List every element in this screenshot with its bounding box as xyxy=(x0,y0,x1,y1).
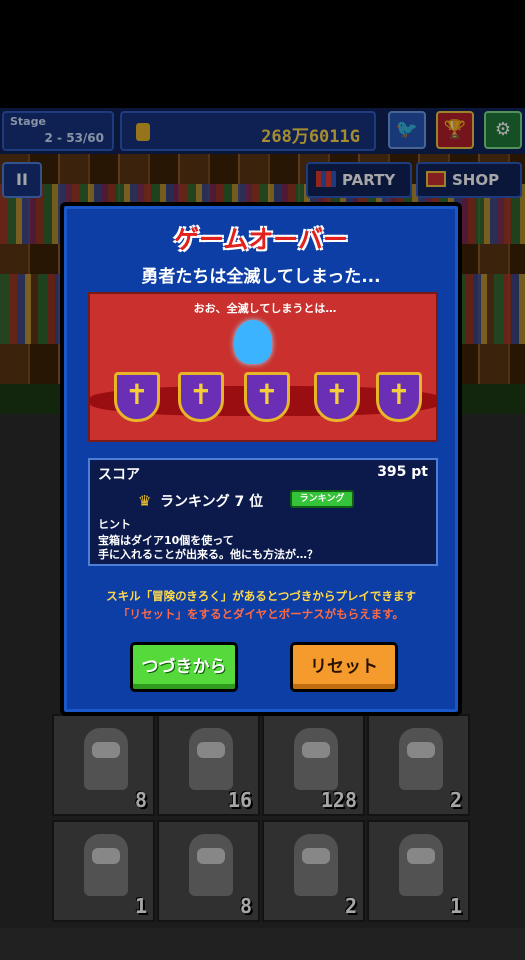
ranking-text: ランキング 7 位 xyxy=(160,494,264,510)
dialog-subtitle: 勇者たちは全滅してしまった... xyxy=(141,267,381,287)
coffin-icon: ✝ xyxy=(244,372,290,422)
coffin-icon: ✝ xyxy=(314,372,360,422)
score-value: 395 pt xyxy=(377,464,428,480)
score-label: スコア xyxy=(98,467,140,483)
ranking-button[interactable]: ランキング xyxy=(290,490,354,508)
coffin-icon: ✝ xyxy=(114,372,160,422)
spirit-icon xyxy=(234,320,272,364)
reset-note: 「リセット」をするとダイヤとボーナスがもらえます。 xyxy=(117,607,404,621)
hint-line: 手に入れることが出来る。他にも方法が…？ xyxy=(98,548,318,561)
hint-label: ヒント xyxy=(98,518,131,531)
hint-line: 宝箱はダイア10個を使って xyxy=(98,534,234,547)
continue-button[interactable]: つづきから xyxy=(130,642,238,692)
dialog-title: ゲームオーバー xyxy=(173,225,348,254)
defeat-illustration: おお、全滅してしまうとは… ✝ ✝ ✝ ✝ ✝ xyxy=(88,292,438,442)
speech-text: おお、全滅してしまうとは… xyxy=(193,302,337,315)
skill-note: スキル「冒険のきろく」があるとつづきからプレイできます xyxy=(106,589,416,603)
coffin-icon: ✝ xyxy=(178,372,224,422)
reset-button[interactable]: リセット xyxy=(290,642,398,692)
crown-icon: ♛ xyxy=(138,492,152,510)
game-over-dialog: ゲームオーバー 勇者たちは全滅してしまった... おお、全滅してしまうとは… ✝… xyxy=(60,202,462,716)
coffin-icon: ✝ xyxy=(376,372,422,422)
game-screen: Stage 2 - 53/60 268万6011G 🐦 🏆 ⚙ II PARTY… xyxy=(0,108,525,960)
hint-text: 宝箱はダイア10個を使って 手に入れることが出来る。他にも方法が…？ xyxy=(98,534,428,562)
score-panel: スコア 395 pt ♛ ランキング 7 位 ランキング ヒント 宝箱はダイア1… xyxy=(88,458,438,566)
